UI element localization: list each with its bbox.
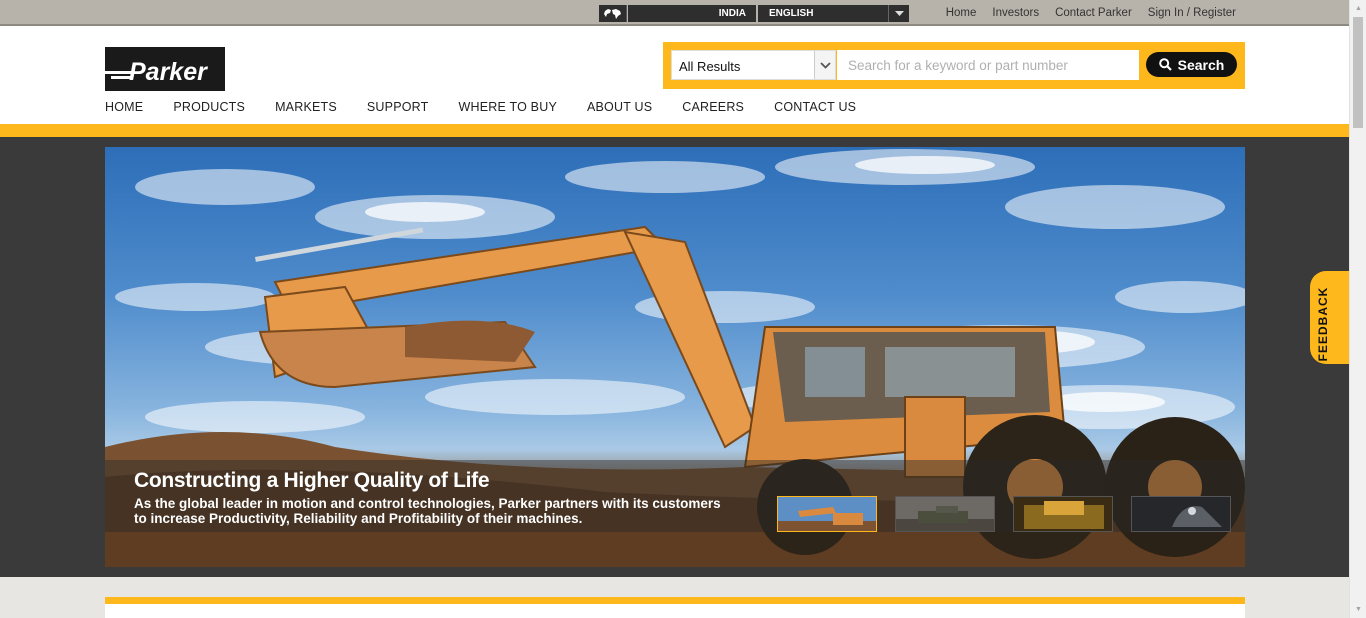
feedback-label: FEEDBACK (1316, 286, 1330, 362)
util-link-contact-parker[interactable]: Contact Parker (1055, 7, 1132, 19)
chevron-down-icon[interactable] (888, 5, 909, 22)
nav-markets[interactable]: MARKETS (275, 100, 337, 114)
search-button[interactable]: Search (1146, 52, 1237, 77)
nav-where-to-buy[interactable]: WHERE TO BUY (459, 100, 557, 114)
carousel-thumb-1[interactable] (777, 496, 877, 532)
carousel-thumb-2[interactable] (895, 496, 995, 532)
feedback-tab[interactable]: FEEDBACK (1310, 271, 1350, 364)
search-icon (1158, 58, 1172, 71)
scroll-down-icon[interactable]: ▼ (1350, 601, 1366, 618)
hero-description: As the global leader in motion and contr… (134, 496, 721, 526)
content-panel (105, 597, 1245, 618)
nav-home[interactable]: HOME (105, 100, 143, 114)
nav-support[interactable]: SUPPORT (367, 100, 429, 114)
header-divider (0, 124, 1349, 137)
utility-links: Home Investors Contact Parker Sign In / … (930, 7, 1236, 19)
nav-about-us[interactable]: ABOUT US (587, 100, 652, 114)
svg-text:Parker: Parker (129, 58, 208, 86)
search-scope-select[interactable]: All Results (671, 50, 836, 80)
util-link-investors[interactable]: Investors (992, 7, 1039, 19)
carousel-thumb-4[interactable] (1131, 496, 1231, 532)
util-link-home[interactable]: Home (946, 7, 977, 19)
nav-careers[interactable]: CAREERS (682, 100, 744, 114)
nav-contact-us[interactable]: CONTACT US (774, 100, 856, 114)
search-button-label: Search (1177, 56, 1225, 73)
nav-products[interactable]: PRODUCTS (173, 100, 245, 114)
search-panel: All Results Search (663, 42, 1245, 89)
page-scrollbar[interactable]: ▲ ▼ (1349, 0, 1366, 618)
main-nav: HOME PRODUCTS MARKETS SUPPORT WHERE TO B… (105, 100, 886, 114)
chevron-down-icon[interactable] (814, 51, 835, 79)
globe-icon[interactable] (599, 5, 627, 22)
hero-title: Constructing a Higher Quality of Life (134, 469, 490, 492)
scroll-up-icon[interactable]: ▲ (1350, 0, 1366, 17)
country-selector[interactable]: INDIA (628, 5, 756, 22)
parker-logo[interactable]: Parker (105, 47, 225, 91)
hero-carousel[interactable]: Constructing a Higher Quality of Life As… (105, 147, 1245, 567)
carousel-thumb-3[interactable] (1013, 496, 1113, 532)
search-scope-label: All Results (679, 59, 741, 74)
search-input[interactable] (837, 50, 1139, 80)
util-link-sign-in[interactable]: Sign In / Register (1148, 7, 1236, 19)
scrollbar-thumb[interactable] (1353, 17, 1363, 128)
site-header: Parker All Results Search HOME PRODUCTS … (0, 26, 1349, 124)
language-selector[interactable]: ENGLISH (758, 5, 888, 22)
